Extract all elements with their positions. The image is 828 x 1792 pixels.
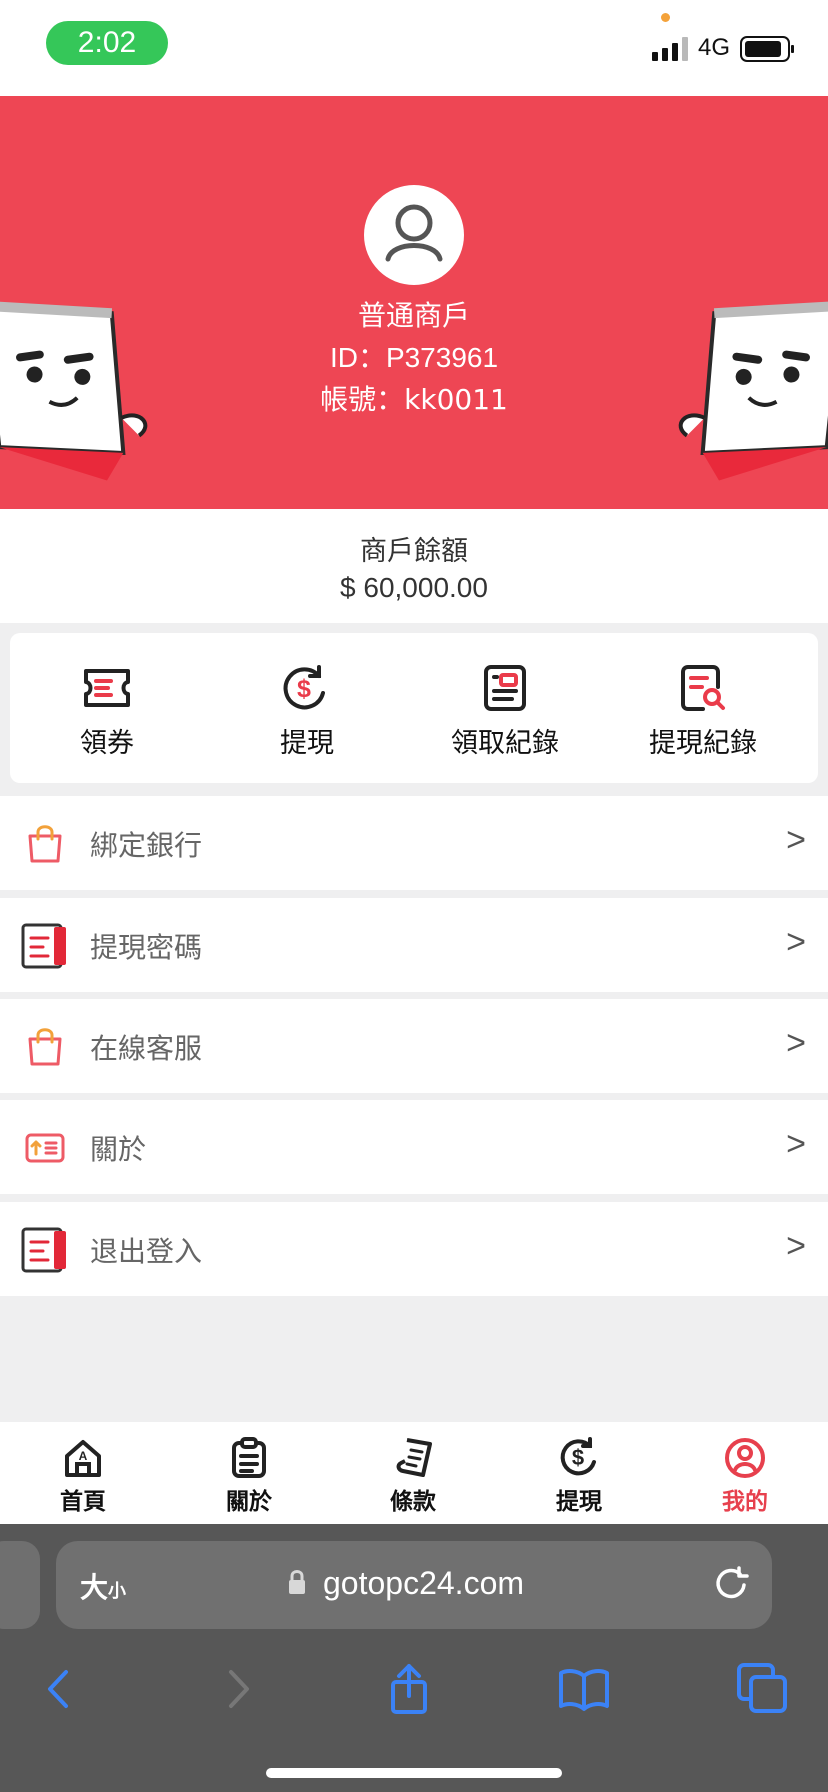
nav-label: 關於: [226, 1489, 272, 1515]
menu-online-support[interactable]: 在線客服 >: [0, 999, 828, 1093]
bag-icon: [28, 1028, 62, 1066]
document-icon: [21, 923, 66, 969]
nav-withdraw[interactable]: $ 提現: [496, 1436, 662, 1516]
menu-about[interactable]: 關於 >: [0, 1100, 828, 1194]
svg-text:$: $: [297, 675, 311, 703]
clipboard-icon: [232, 1437, 266, 1478]
balance-value: $ 60,000.00: [340, 572, 488, 603]
nav-home[interactable]: A 首頁: [0, 1436, 166, 1516]
previous-tab-preview[interactable]: [0, 1541, 40, 1629]
nav-label: 我的: [722, 1489, 768, 1515]
document-icon: [21, 1227, 66, 1273]
svg-text:A: A: [79, 1449, 88, 1463]
menu-label: 在線客服: [90, 1032, 203, 1065]
home-icon: A: [65, 1440, 101, 1477]
merchant-id: ID：P373961: [329, 342, 499, 373]
quick-actions: 領券 $ 提現 領取紀錄 提現紀錄: [10, 633, 818, 783]
dollar-icon: $: [283, 665, 325, 710]
profile-header: 普通商戶 ID：P373961 帳號：kk0011: [0, 96, 828, 509]
merchant-account: 帳號：kk0011: [320, 383, 508, 416]
nav-about[interactable]: 關於: [166, 1436, 332, 1516]
dollar-icon: $: [560, 1437, 596, 1476]
chevron-right-icon: >: [786, 821, 806, 859]
menu-label: 關於: [90, 1133, 147, 1166]
quick-action-withdraw-record[interactable]: 提現紀錄: [608, 663, 798, 759]
bookmarks-icon[interactable]: [557, 1662, 611, 1716]
balance-panel: 商戶餘額 $ 60,000.00: [0, 509, 828, 623]
quick-action-withdraw[interactable]: $ 提現: [212, 663, 402, 759]
avatar[interactable]: [364, 185, 464, 285]
quick-action-label: 提現: [280, 728, 334, 759]
address-bar[interactable]: 大小 gotopc24.com: [56, 1541, 772, 1629]
search-record-icon: [681, 665, 725, 711]
share-icon[interactable]: [382, 1662, 436, 1716]
status-bar: 2:02 4G: [0, 0, 828, 96]
text-size-button[interactable]: 大小: [80, 1566, 126, 1606]
chevron-right-icon: >: [786, 1125, 806, 1163]
lock-icon: [289, 1570, 305, 1594]
record-icon: [484, 665, 526, 711]
nav-terms[interactable]: 條款: [330, 1436, 496, 1516]
svg-text:$: $: [572, 1445, 584, 1470]
text-size-large-label: 大: [80, 1571, 109, 1604]
quick-action-label: 領券: [80, 728, 134, 759]
nav-label: 條款: [390, 1489, 436, 1515]
merchant-profile-page: 2:02 4G 普通商戶 ID：P373961 帳號：kk0011 商戶餘額 $…: [0, 0, 828, 1792]
menu-label: 綁定銀行: [90, 829, 203, 862]
profile-icon: [725, 1438, 765, 1478]
menu-label: 提現密碼: [90, 931, 203, 964]
quick-action-label: 領取紀錄: [451, 728, 559, 759]
chevron-right-icon: >: [786, 923, 806, 961]
menu-bind-bank[interactable]: 綁定銀行 >: [0, 796, 828, 890]
menu-logout[interactable]: 退出登入 >: [0, 1202, 828, 1296]
quick-action-label: 提現紀錄: [649, 728, 757, 759]
tabs-icon[interactable]: [736, 1662, 790, 1716]
bottom-navigation: A 首頁 關於 條款 $ 提現 我的: [0, 1422, 828, 1524]
browser-chrome: 大小 gotopc24.com: [0, 1524, 828, 1792]
nav-mine[interactable]: 我的: [662, 1436, 828, 1516]
receipt-icon: [396, 1438, 432, 1477]
ticket-icon: [84, 669, 130, 707]
battery-icon: [740, 36, 794, 62]
nav-label: 提現: [556, 1489, 602, 1515]
privacy-indicator-dot: [661, 13, 670, 22]
user-icon: [385, 204, 443, 262]
mascot-illustration-left: [0, 300, 148, 481]
menu-label: 退出登入: [90, 1235, 203, 1268]
url-text: gotopc24.com: [323, 1565, 525, 1601]
mascot-illustration-right: [678, 300, 828, 481]
signal-icon: [652, 37, 688, 61]
quick-action-claim-record[interactable]: 領取紀錄: [410, 663, 600, 759]
chevron-right-icon: >: [786, 1227, 806, 1265]
reload-icon[interactable]: [710, 1564, 752, 1606]
info-card-icon: [25, 1133, 65, 1163]
nav-label: 首頁: [60, 1489, 106, 1515]
bag-icon: [28, 825, 62, 863]
network-label: 4G: [698, 34, 731, 61]
clock-pill: 2:02: [46, 21, 168, 65]
merchant-type: 普通商戶: [357, 299, 470, 332]
home-indicator: [266, 1768, 562, 1778]
balance-label: 商戶餘額: [360, 536, 468, 567]
quick-action-coupon[interactable]: 領券: [12, 663, 202, 759]
forward-icon[interactable]: [211, 1662, 265, 1716]
back-icon[interactable]: [32, 1662, 86, 1716]
chevron-right-icon: >: [786, 1024, 806, 1062]
menu-withdraw-password[interactable]: 提現密碼 >: [0, 898, 828, 992]
text-size-small-label: 小: [108, 1581, 127, 1602]
